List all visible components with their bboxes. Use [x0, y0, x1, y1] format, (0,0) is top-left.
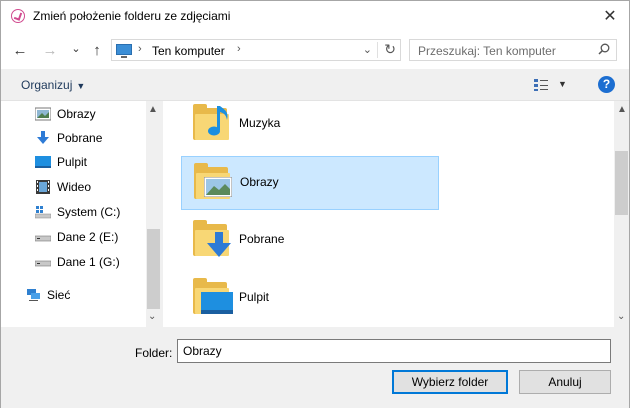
title-bar: Zmień położenie folderu ze zdjęciami ✕ — [1, 1, 629, 31]
view-options-icon[interactable] — [533, 78, 549, 92]
sidebar-item-label: System (C:) — [57, 205, 121, 219]
dialog-window: Zmień położenie folderu ze zdjęciami ✕ ←… — [0, 0, 630, 408]
scroll-down-button[interactable]: ⌄ — [617, 311, 625, 322]
sidebar-item-siec[interactable]: Sieć — [25, 285, 70, 305]
downloads-folder-icon — [193, 220, 231, 257]
search-input[interactable]: Przeszukaj: Ten komputer — [409, 39, 617, 61]
file-label: Pobrane — [239, 232, 285, 246]
search-icon — [598, 43, 610, 55]
sidebar-item-dane-1[interactable]: Dane 1 (G:) — [35, 252, 120, 272]
forward-button[interactable]: → — [41, 41, 59, 59]
sidebar-item-obrazy[interactable]: Obrazy — [35, 104, 96, 124]
help-icon[interactable]: ? — [598, 76, 615, 93]
address-divider — [377, 42, 378, 58]
cancel-button[interactable]: Anuluj — [519, 370, 611, 394]
search-placeholder: Przeszukaj: Ten komputer — [418, 44, 556, 58]
address-dropdown-button[interactable]: ⌄ — [363, 43, 372, 56]
pictures-folder-icon — [194, 163, 232, 199]
computer-icon — [116, 44, 132, 58]
dialog-footer: Folder: Wybierz folder Anuluj — [1, 327, 629, 408]
address-location[interactable]: Ten komputer — [152, 44, 225, 58]
network-icon — [27, 289, 40, 301]
drive-icon — [35, 260, 51, 267]
scroll-down-button[interactable]: ⌄ — [148, 311, 156, 322]
sidebar-item-label: Pulpit — [57, 155, 88, 169]
back-button[interactable]: ← — [11, 41, 29, 59]
itunes-app-icon — [11, 9, 25, 23]
navigation-pane: Obrazy Pobrane Pulpit Wideo System (C:) … — [1, 101, 161, 327]
address-bar[interactable]: › Ten komputer › ⌄ ↻ — [111, 39, 401, 61]
organize-label: Organizuj — [21, 78, 73, 92]
list-item-pobrane[interactable]: Pobrane — [181, 214, 439, 268]
pictures-icon — [35, 107, 51, 121]
file-list-scrollbar[interactable]: ▲ ⌄ — [614, 101, 629, 327]
address-separator-2[interactable]: › — [237, 43, 241, 55]
system-drive-icon — [35, 206, 51, 219]
file-label: Muzyka — [239, 116, 281, 130]
sidebar-item-label: Pobrane — [57, 131, 103, 145]
sidebar-item-label: Dane 1 (G:) — [57, 255, 120, 269]
file-label: Pulpit — [239, 290, 270, 304]
window-title: Zmień położenie folderu ze zdjęciami — [33, 9, 231, 23]
scroll-up-button[interactable]: ▲ — [148, 104, 158, 115]
downloads-icon — [37, 131, 49, 144]
folder-name-field[interactable] — [177, 339, 611, 363]
sidebar-item-pobrane[interactable]: Pobrane — [35, 128, 102, 148]
file-list: Muzyka Obrazy Pobrane Pulpit ▲ ⌄ — [163, 101, 629, 327]
close-button[interactable]: ✕ — [599, 5, 621, 27]
list-item-obrazy[interactable]: Obrazy — [181, 156, 439, 210]
view-options-dropdown[interactable]: ▼ — [558, 79, 567, 89]
sidebar-item-system-c[interactable]: System (C:) — [35, 202, 120, 222]
file-label: Obrazy — [240, 175, 279, 189]
address-separator[interactable]: › — [138, 43, 142, 55]
sidebar-item-label: Obrazy — [57, 107, 96, 121]
sidebar-item-label: Wideo — [57, 180, 92, 194]
music-folder-icon — [193, 104, 231, 140]
recent-locations-button[interactable]: ⌄ — [67, 39, 85, 57]
list-item-muzyka[interactable]: Muzyka — [181, 98, 439, 152]
folder-field-label: Folder: — [135, 346, 173, 360]
select-folder-button[interactable]: Wybierz folder — [392, 370, 508, 394]
up-button[interactable]: ↑ — [88, 41, 106, 59]
sidebar-item-pulpit[interactable]: Pulpit — [35, 152, 87, 172]
command-toolbar: Organizuj ▼ ▼ ? — [1, 69, 629, 101]
navigation-bar: ← → ⌄ ↑ › Ten komputer › ⌄ ↻ Przeszukaj:… — [1, 31, 629, 69]
refresh-button[interactable]: ↻ — [384, 41, 396, 58]
sidebar-item-label: Sieć — [47, 288, 71, 302]
drive-icon — [35, 235, 51, 242]
list-item-pulpit[interactable]: Pulpit — [181, 272, 439, 326]
sidebar-item-wideo[interactable]: Wideo — [35, 177, 91, 197]
scrollbar-thumb[interactable] — [147, 229, 160, 309]
chevron-down-icon: ▼ — [76, 81, 86, 91]
organize-menu[interactable]: Organizuj ▼ — [21, 78, 85, 92]
video-icon — [36, 180, 50, 194]
desktop-folder-icon — [193, 278, 233, 314]
navigation-scrollbar[interactable]: ▲ ⌄ — [146, 101, 161, 327]
sidebar-item-label: Dane 2 (E:) — [57, 230, 119, 244]
scrollbar-thumb[interactable] — [615, 151, 628, 215]
desktop-icon — [35, 156, 51, 168]
sidebar-item-dane-2[interactable]: Dane 2 (E:) — [35, 227, 118, 247]
scroll-up-button[interactable]: ▲ — [617, 104, 627, 115]
